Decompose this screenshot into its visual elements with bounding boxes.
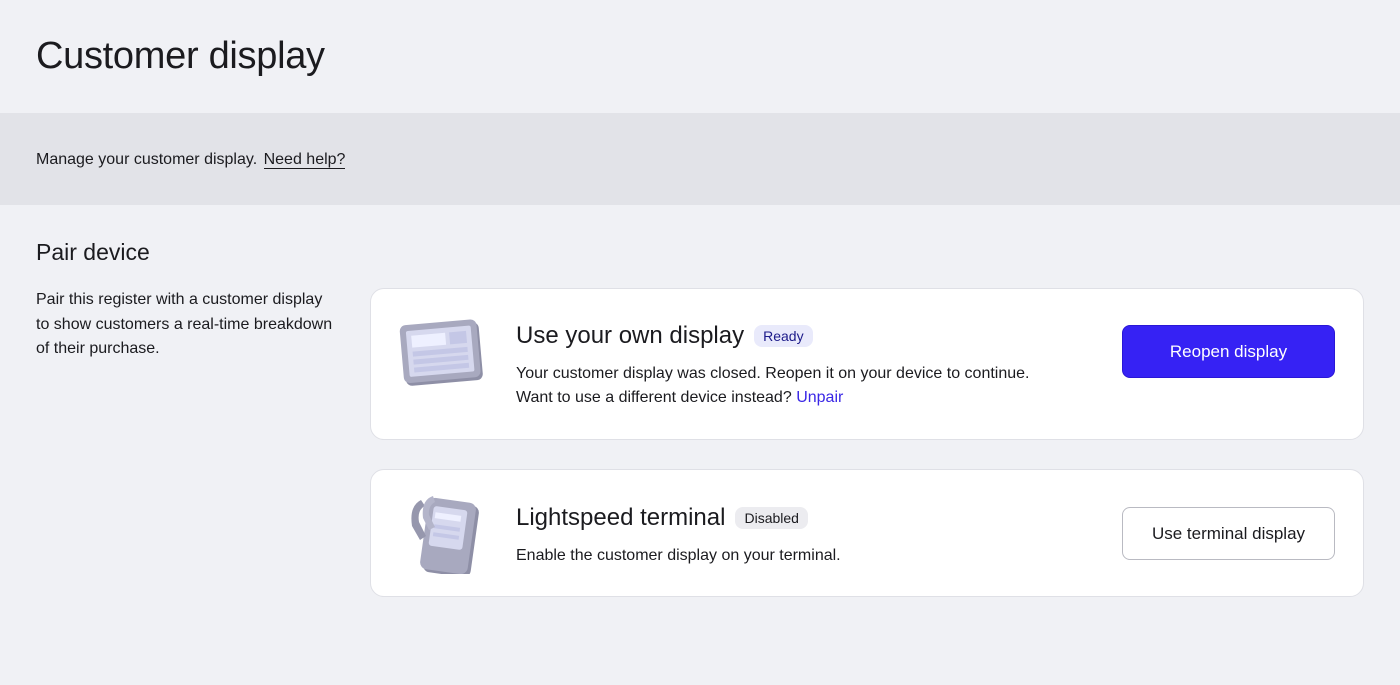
ready-badge: Ready [754,325,813,347]
terminal-description: Enable the customer display on your term… [516,547,841,564]
terminal-card: Lightspeed terminal Disabled Enable the … [370,469,1364,597]
own-display-body: Use your own display Ready Your customer… [516,321,1029,410]
pair-device-description: Pair this register with a customer displ… [36,291,333,357]
info-bar: Manage your customer display. Need help? [0,113,1400,205]
own-display-description: Your customer display was closed. Reopen… [516,362,1029,410]
page-header: Customer display [0,0,1400,113]
need-help-link[interactable]: Need help? [263,151,346,169]
own-display-card: Use your own display Ready Your customer… [370,288,1364,440]
terminal-title: Lightspeed terminal [516,504,726,531]
payment-terminal-icon [399,490,489,579]
info-text: Manage your customer display. [36,151,258,168]
reopen-display-button[interactable]: Reopen display [1122,325,1335,378]
own-display-title: Use your own display [516,322,745,349]
terminal-title-row: Lightspeed terminal Disabled [516,503,841,533]
unpair-link[interactable]: Unpair [796,389,843,406]
page-title: Customer display [36,35,325,77]
use-terminal-display-button[interactable]: Use terminal display [1122,507,1335,560]
own-display-desc-line2: Want to use a different device instead? [516,389,792,406]
own-display-desc-line2-row: Want to use a different device instead? … [516,386,1029,410]
disabled-badge: Disabled [735,507,808,529]
tablet-icon [399,319,489,398]
terminal-body: Lightspeed terminal Disabled Enable the … [516,503,841,568]
info-text-line: Manage your customer display. Need help? [36,149,346,171]
pair-device-heading: Pair device [36,239,150,265]
own-display-title-row: Use your own display Ready [516,321,1029,351]
own-display-desc-line1: Your customer display was closed. Reopen… [516,365,1030,382]
